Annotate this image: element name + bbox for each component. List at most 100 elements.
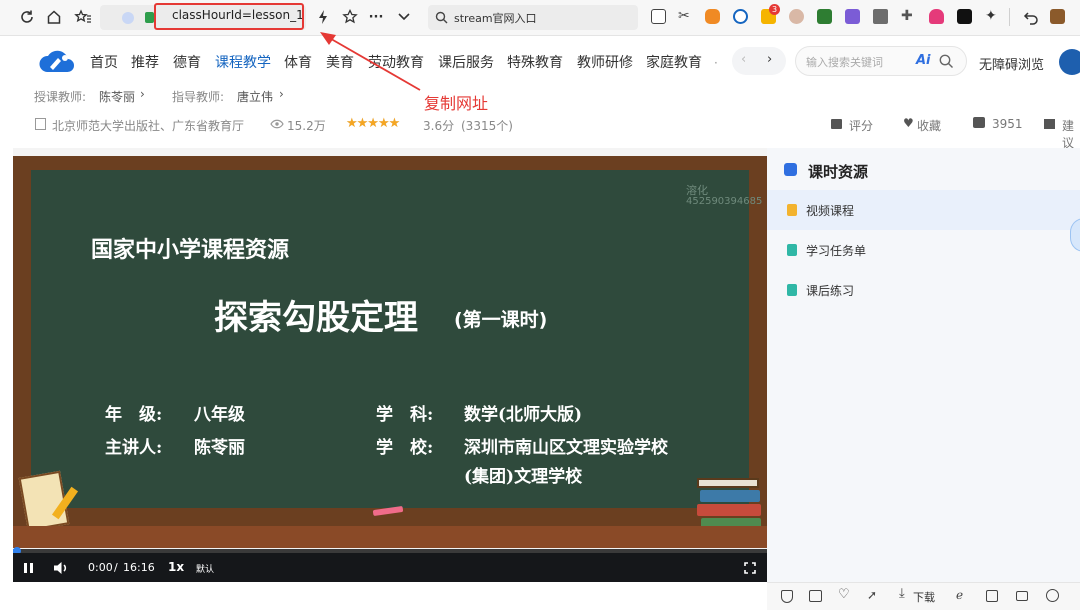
site-favicon-icon xyxy=(122,12,134,24)
rating-value: 3.6分 xyxy=(423,119,455,133)
user-avatar[interactable] xyxy=(1059,49,1080,75)
window-extension-icon[interactable] xyxy=(873,9,888,24)
sidebar-item-video-course[interactable]: 视频课程 xyxy=(767,190,1080,230)
duration: 16:16 xyxy=(123,561,155,574)
sidebar-toggle-icon[interactable] xyxy=(1016,591,1028,601)
homework-icon xyxy=(787,284,797,296)
suggest-icon[interactable] xyxy=(1044,119,1055,129)
school-value-line1: 深圳市南山区文理实验学校 xyxy=(464,438,668,458)
guide-name[interactable]: 唐立伟 xyxy=(237,88,273,105)
like-count[interactable]: 3951 xyxy=(992,117,1023,131)
chevron-right-icon: › xyxy=(279,87,284,101)
view-count: 15.2万 xyxy=(287,119,326,133)
url-highlight-box xyxy=(154,3,304,30)
watermark-id: 452590394685 xyxy=(686,196,763,207)
teacher-name[interactable]: 陈苓丽 xyxy=(99,88,135,105)
playback-speed-button[interactable]: 1x xyxy=(168,560,184,574)
eye-icon xyxy=(270,119,284,129)
speaker-label: 主讲人: xyxy=(105,438,163,458)
volume-icon[interactable] xyxy=(53,561,69,575)
rating-count: (3315个) xyxy=(461,119,513,133)
rating-stars[interactable]: ★★★★★ ★★★★★ xyxy=(346,116,421,132)
chevron-right-icon[interactable]: › xyxy=(767,52,772,67)
video-player[interactable]: 溶化 452590394685 国家中小学课程资源 探索勾股定理 (第一课时) … xyxy=(13,148,767,582)
avatar-extension-icon[interactable] xyxy=(789,9,804,24)
accessible-browsing-link[interactable]: 无障碍浏览 xyxy=(979,54,1044,73)
rocket-icon[interactable]: ➚ xyxy=(867,588,877,602)
nav-scroll-buttons: ‹ › xyxy=(732,47,786,75)
grade-value: 八年级 xyxy=(194,405,245,425)
building-icon xyxy=(35,118,46,130)
more-icon[interactable]: ··· xyxy=(365,6,387,28)
course-meta-row: 北京师范大学出版社、广东省教育厅 15.2万 ★★★★★ ★★★★★ 3.6分 … xyxy=(0,114,1080,150)
settings-icon[interactable] xyxy=(1046,589,1059,602)
heart-icon[interactable]: ♥ xyxy=(903,116,914,130)
ai-search-icon[interactable]: Ai xyxy=(916,53,931,68)
rate-button[interactable]: 评分 xyxy=(849,117,873,134)
site-search-placeholder: 输入搜索关键词 xyxy=(806,56,883,69)
chevron-right-icon: › xyxy=(140,87,145,101)
favorites-list-icon[interactable] xyxy=(72,6,94,28)
magnifier-extension-icon[interactable] xyxy=(733,9,748,24)
sidebar-item-label: 学习任务单 xyxy=(806,244,867,258)
thumbs-up-icon[interactable] xyxy=(973,117,985,128)
shield-extension-icon[interactable] xyxy=(929,9,944,24)
bookmark-star-icon[interactable] xyxy=(339,6,361,28)
play-square-icon xyxy=(784,163,797,176)
nav-item-home[interactable]: 首页 xyxy=(90,52,118,72)
nav-item-moral[interactable]: 德育 xyxy=(173,52,201,72)
site-search-input[interactable]: 输入搜索关键词 Ai xyxy=(795,46,967,76)
download-icon[interactable]: ⤓ xyxy=(899,586,905,601)
home-icon[interactable] xyxy=(43,6,65,28)
browser-search-text: stream官网入口 xyxy=(454,12,537,25)
shield-icon[interactable] xyxy=(781,590,793,603)
lightning-icon[interactable] xyxy=(312,6,334,28)
ie-icon[interactable]: ℯ xyxy=(956,588,963,602)
fullscreen-icon[interactable] xyxy=(744,562,756,574)
image-icon[interactable] xyxy=(809,590,822,602)
suggest-button[interactable]: 建议 xyxy=(1062,117,1080,151)
scissors-icon[interactable]: ✂ xyxy=(678,9,693,24)
chalkboard-frame: 溶化 452590394685 国家中小学课程资源 探索勾股定理 (第一课时) … xyxy=(13,156,767,532)
dark-extension-icon[interactable] xyxy=(957,9,972,24)
quality-button[interactable]: 默认 xyxy=(196,562,214,575)
comment-icon[interactable] xyxy=(831,119,842,129)
chevron-left-icon[interactable]: ‹ xyxy=(741,52,746,67)
search-icon[interactable] xyxy=(939,54,954,69)
nav-item-recommend[interactable]: 推荐 xyxy=(131,52,159,72)
heart-outline-icon[interactable]: ♡ xyxy=(838,587,850,602)
download-extension-icon[interactable] xyxy=(817,9,832,24)
sidebar-item-label: 课后练习 xyxy=(806,284,855,298)
grid-extension-icon[interactable] xyxy=(845,9,860,24)
favorite-button[interactable]: 收藏 xyxy=(917,117,941,134)
undo-icon[interactable] xyxy=(1020,6,1042,28)
puzzle-extension-icon[interactable]: ✚ xyxy=(901,9,916,24)
briefcase-icon[interactable] xyxy=(1050,9,1065,24)
sidebar-item-homework[interactable]: 课后练习 xyxy=(767,270,1080,310)
stars-filled-icon: ★★★★★ xyxy=(346,116,400,131)
browser-search-box[interactable]: stream官网入口 xyxy=(428,5,638,30)
nav-item-after-school[interactable]: 课后服务 xyxy=(438,52,494,72)
guide-label: 指导教师: xyxy=(172,90,225,104)
nav-item-family[interactable]: 家庭教育 xyxy=(646,52,702,72)
tab-icon[interactable] xyxy=(986,590,998,602)
nav-item-teacher-training[interactable]: 教师研修 xyxy=(577,52,633,72)
nav-item-curriculum[interactable]: 课程教学 xyxy=(215,52,271,72)
toolbar-divider xyxy=(1009,8,1010,26)
site-logo[interactable] xyxy=(38,48,76,76)
lesson-resources-sidebar: 课时资源 视频课程 学习任务单 课后练习 xyxy=(767,148,1080,582)
extensions-puzzle-icon[interactable]: ✦ xyxy=(985,9,1000,24)
slide-header: 国家中小学课程资源 xyxy=(91,238,290,263)
sidebar-item-task-sheet[interactable]: 学习任务单 xyxy=(767,230,1080,270)
screenshot-icon[interactable] xyxy=(651,9,666,24)
reload-icon[interactable] xyxy=(16,6,38,28)
teacher-label: 授课教师: xyxy=(34,90,87,104)
nav-item-sports[interactable]: 体育 xyxy=(284,52,312,72)
speaker-value: 陈苓丽 xyxy=(194,438,245,458)
nav-item-special-ed[interactable]: 特殊教育 xyxy=(507,52,563,72)
pause-icon[interactable] xyxy=(23,562,35,574)
desk-ledge xyxy=(13,526,767,548)
game-icon[interactable] xyxy=(705,9,720,24)
download-label[interactable]: 下载 xyxy=(913,589,935,605)
chevron-down-icon[interactable] xyxy=(393,6,415,28)
